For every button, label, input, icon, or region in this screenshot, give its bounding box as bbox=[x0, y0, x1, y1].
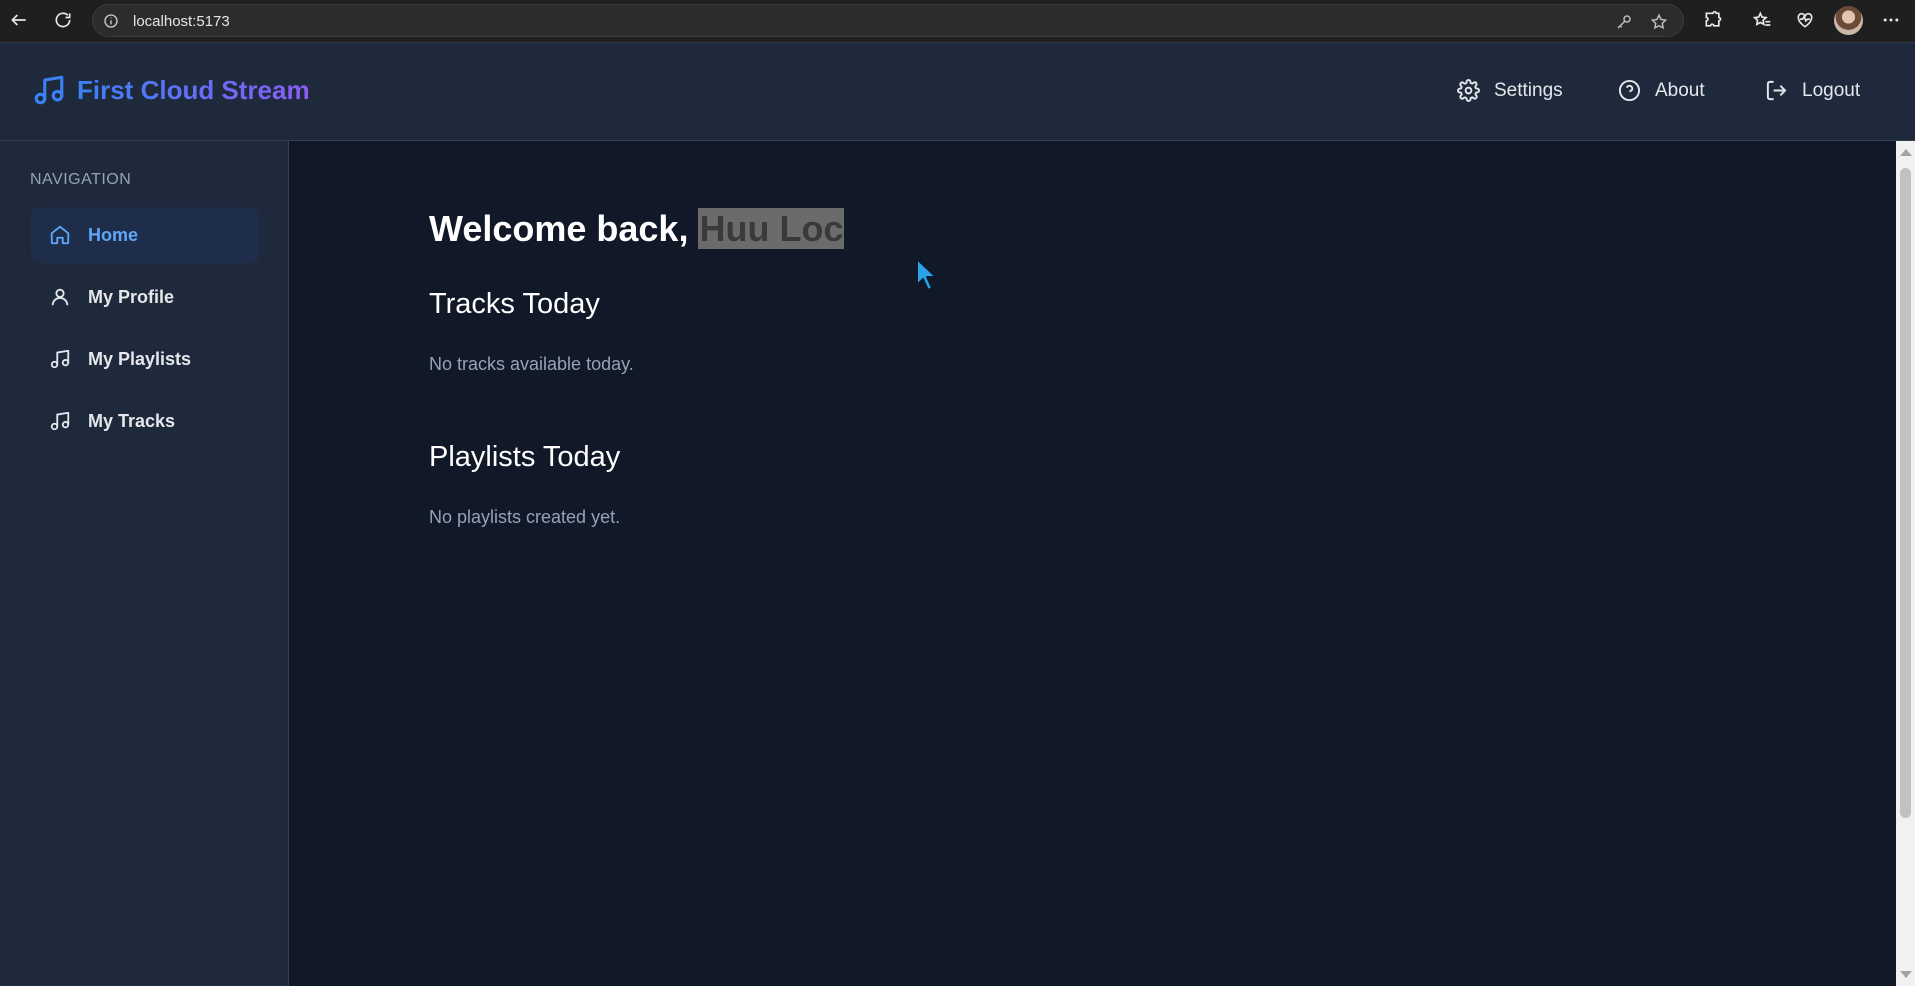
profile-avatar[interactable] bbox=[1834, 6, 1863, 35]
scroll-down-arrow[interactable] bbox=[1900, 971, 1912, 978]
info-icon[interactable] bbox=[103, 13, 119, 29]
sidebar-heading: NAVIGATION bbox=[30, 171, 132, 188]
tracks-today-heading: Tracks Today bbox=[429, 288, 600, 320]
user-icon bbox=[51, 288, 69, 306]
puzzle-icon bbox=[1705, 10, 1722, 27]
health-button[interactable] bbox=[1790, 5, 1820, 35]
sidebar-item-label: My Tracks bbox=[88, 410, 176, 431]
scroll-thumb[interactable] bbox=[1900, 168, 1911, 818]
sidebar-item-label: My Profile bbox=[88, 286, 175, 307]
main-content: Welcome back, Huu Loc Tracks Today No tr… bbox=[289, 141, 1896, 986]
favorite-star-icon[interactable] bbox=[1650, 13, 1668, 31]
sidebar-item-my-playlists[interactable]: My Playlists bbox=[31, 331, 259, 387]
extensions-button[interactable] bbox=[1698, 5, 1728, 35]
app: First Cloud Stream Settings About Logout… bbox=[0, 42, 1915, 986]
about-label: About bbox=[1655, 79, 1705, 101]
playlists-empty-message: No playlists created yet. bbox=[429, 507, 621, 527]
music-note-icon bbox=[50, 349, 70, 369]
app-header: First Cloud Stream Settings About Logout bbox=[0, 42, 1915, 141]
scroll-up-arrow[interactable] bbox=[1900, 149, 1912, 156]
brand-name: First Cloud Stream bbox=[77, 74, 310, 105]
address-bar[interactable]: localhost:5173 bbox=[92, 4, 1684, 37]
more-menu-button[interactable] bbox=[1876, 5, 1906, 35]
sidebar-item-label: Home bbox=[88, 224, 139, 245]
logout-icon bbox=[1766, 80, 1787, 101]
sidebar-item-home[interactable]: Home bbox=[31, 207, 259, 263]
music-note-icon bbox=[50, 411, 70, 431]
reload-button[interactable] bbox=[48, 5, 78, 35]
favorites-list-icon bbox=[1752, 11, 1771, 26]
sidebar-item-my-tracks[interactable]: My Tracks bbox=[31, 393, 259, 449]
favorites-button[interactable] bbox=[1747, 5, 1777, 35]
page-title: Welcome back, Huu Loc bbox=[429, 208, 845, 250]
welcome-prefix: Welcome back, bbox=[429, 208, 699, 249]
url-text[interactable]: localhost:5173 bbox=[133, 13, 230, 30]
about-link[interactable]: About bbox=[1618, 79, 1705, 102]
browser-toolbar: localhost:5173 bbox=[0, 0, 1915, 42]
sidebar: NAVIGATION Home My Profile My Playlists … bbox=[0, 141, 289, 986]
settings-link[interactable]: Settings bbox=[1457, 79, 1563, 102]
sidebar-item-label: My Playlists bbox=[88, 348, 192, 369]
gear-icon bbox=[1457, 79, 1480, 102]
username: Huu Loc bbox=[698, 208, 845, 249]
music-note-icon bbox=[34, 75, 64, 105]
sidebar-item-my-profile[interactable]: My Profile bbox=[31, 269, 259, 325]
home-icon bbox=[50, 225, 70, 245]
back-button[interactable] bbox=[4, 5, 34, 35]
arrow-left-icon bbox=[11, 14, 26, 26]
brand-logo[interactable]: First Cloud Stream bbox=[32, 73, 310, 107]
heart-pulse-icon bbox=[1797, 12, 1813, 28]
playlists-today-heading: Playlists Today bbox=[429, 441, 621, 473]
tracks-empty-message: No tracks available today. bbox=[429, 354, 634, 374]
logout-button[interactable]: Logout bbox=[1765, 79, 1860, 102]
key-icon[interactable] bbox=[1615, 13, 1633, 31]
more-horizontal-icon bbox=[1883, 18, 1899, 22]
logout-label: Logout bbox=[1802, 79, 1861, 101]
settings-label: Settings bbox=[1494, 79, 1563, 101]
help-circle-icon bbox=[1618, 79, 1641, 102]
mouse-cursor-icon bbox=[916, 258, 937, 291]
scrollbar[interactable] bbox=[1896, 141, 1915, 986]
reload-icon bbox=[55, 12, 71, 28]
